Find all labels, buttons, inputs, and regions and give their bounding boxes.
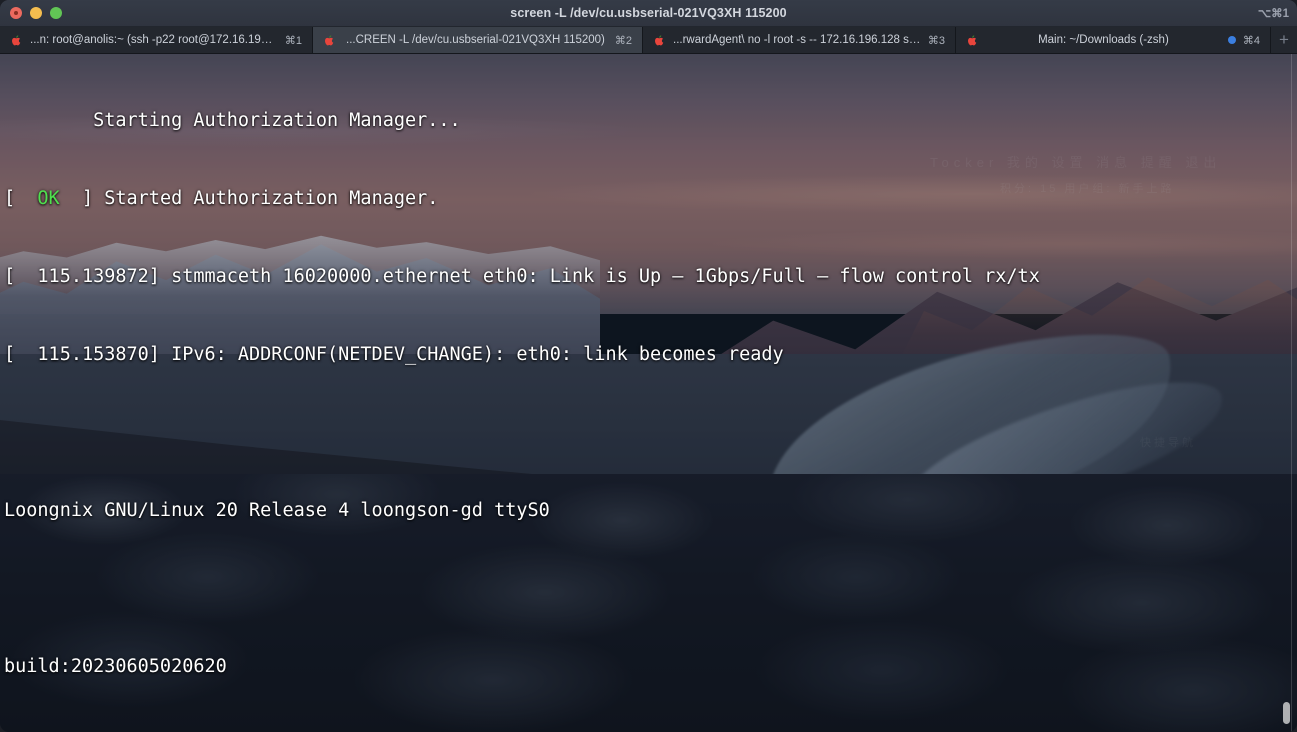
tab-forward-agent-sftp[interactable]: ...rwardAgent\ no -l root -s -- 172.16.1…	[643, 27, 956, 53]
close-window-button[interactable]	[10, 7, 22, 19]
terminal-line: Loongnix GNU/Linux 20 Release 4 loongson…	[4, 500, 550, 521]
tab-shortcut: ⌘3	[927, 34, 945, 47]
terminal-window: screen -L /dev/cu.usbserial-021VQ3XH 115…	[0, 0, 1297, 732]
apple-icon	[655, 34, 664, 45]
terminal-line: Starting Authorization Manager...	[4, 110, 461, 131]
terminal-line: [ 115.139872] stmmaceth 16020000.etherne…	[4, 266, 1040, 287]
tab-screen-usbserial[interactable]: ...CREEN -L /dev/cu.usbserial-021VQ3XH 1…	[313, 27, 643, 53]
new-tab-button[interactable]: +	[1271, 27, 1297, 53]
status-badge-ok: OK	[37, 188, 60, 209]
terminal-output: Starting Authorization Manager... [ OK ]…	[0, 54, 1297, 732]
tab-label: ...CREEN -L /dev/cu.usbserial-021VQ3XH 1…	[346, 34, 605, 46]
apple-icon	[325, 34, 334, 45]
tab-main-downloads[interactable]: Main: ~/Downloads (-zsh) ⌘4	[956, 27, 1271, 53]
apple-icon	[968, 34, 977, 45]
tab-label: ...n: root@anolis:~ (ssh -p22 root@172.1…	[30, 34, 278, 46]
tab-bar: ...n: root@anolis:~ (ssh -p22 root@172.1…	[0, 27, 1297, 54]
tab-shortcut: ⌘1	[284, 34, 302, 47]
status-bracket-suffix: ] Started Authorization Manager.	[59, 188, 439, 209]
apple-icon	[12, 34, 21, 45]
terminal-line: [ 115.153870] IPv6: ADDRCONF(NETDEV_CHAN…	[4, 344, 784, 365]
tab-shortcut: ⌘4	[1242, 34, 1260, 47]
maximize-window-button[interactable]	[50, 7, 62, 19]
tab-label: ...rwardAgent\ no -l root -s -- 172.16.1…	[673, 34, 921, 46]
scrollbar-thumb[interactable]	[1283, 702, 1290, 724]
tab-shortcut: ⌘2	[614, 34, 632, 47]
terminal-pane[interactable]: Tocker 我的 设置 消息 提醒 退出 积分: 15 用户组: 新手上路 快…	[0, 54, 1297, 732]
tab-activity-dot	[1227, 36, 1236, 44]
tab-label: Main: ~/Downloads (-zsh)	[1038, 34, 1169, 46]
scrollbar-track[interactable]	[1283, 54, 1292, 732]
tab-ssh-anolis[interactable]: ...n: root@anolis:~ (ssh -p22 root@172.1…	[0, 27, 313, 53]
terminal-line: build:20230605020620	[4, 656, 227, 677]
traffic-light-group	[0, 7, 62, 19]
status-bracket-prefix: [	[4, 188, 38, 209]
terminal-line-ok-status: [ OK ] Started Authorization Manager.	[4, 186, 1297, 212]
minimize-window-button[interactable]	[30, 7, 42, 19]
window-shortcut-label: ⌥⌘1	[1257, 8, 1289, 20]
window-titlebar: screen -L /dev/cu.usbserial-021VQ3XH 115…	[0, 0, 1297, 27]
window-title: screen -L /dev/cu.usbserial-021VQ3XH 115…	[510, 6, 787, 20]
